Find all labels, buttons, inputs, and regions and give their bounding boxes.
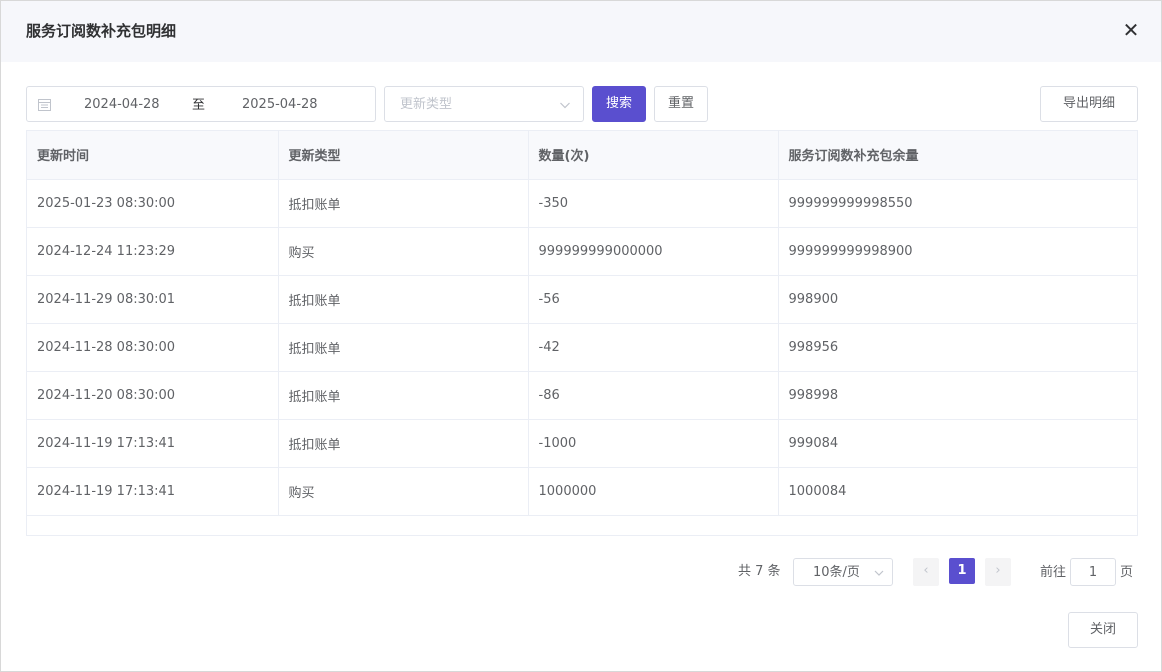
- cell-balance: 998900: [778, 275, 1137, 324]
- cell-update-type: 抵扣账单: [278, 419, 529, 468]
- close-button[interactable]: 关闭: [1068, 612, 1138, 648]
- page-size-select[interactable]: 10条/页: [793, 558, 893, 586]
- cell-update-time: 2025-01-23 08:30:00: [27, 179, 279, 228]
- cell-balance: 998998: [778, 371, 1137, 420]
- export-detail-button[interactable]: 导出明细: [1040, 86, 1138, 122]
- cell-balance: 999999999998550: [778, 179, 1137, 228]
- cell-update-type: 购买: [278, 467, 529, 516]
- reset-button[interactable]: 重置: [654, 86, 708, 122]
- cell-balance: 999084: [778, 419, 1137, 468]
- cell-balance: 998956: [778, 323, 1137, 372]
- cell-quantity: -86: [528, 371, 779, 420]
- cell-quantity: -56: [528, 275, 779, 324]
- table-row: 2024-12-24 11:23:29 购买 999999999000000 9…: [27, 227, 1137, 276]
- cell-quantity: -350: [528, 179, 779, 228]
- cell-update-type: 购买: [278, 227, 529, 276]
- calendar-icon: [38, 99, 51, 111]
- cell-balance: 999999999998900: [778, 227, 1137, 276]
- dialog-title: 服务订阅数补充包明细: [26, 22, 177, 40]
- col-header-quantity: 数量(次): [528, 131, 779, 180]
- dialog-header: 服务订阅数补充包明细 ✕: [1, 1, 1161, 62]
- chevron-down-icon: [560, 102, 570, 109]
- table-row: 2024-11-19 17:13:41 购买 1000000 1000084: [27, 467, 1137, 516]
- date-range-picker[interactable]: 2024-04-28 至 2025-04-28: [26, 86, 376, 122]
- col-header-update-time: 更新时间: [27, 131, 279, 180]
- detail-table-grid: 更新时间 更新类型 数量(次) 服务订阅数补充包余量 2025-01-23 08…: [27, 131, 1137, 516]
- subscription-detail-dialog: 服务订阅数补充包明细 ✕ 2024-04-28 至 2025-04-28 更新类…: [0, 0, 1162, 672]
- detail-table: 更新时间 更新类型 数量(次) 服务订阅数补充包余量 2025-01-23 08…: [26, 130, 1138, 536]
- date-range-separator: 至: [192, 98, 206, 113]
- cell-update-time: 2024-11-20 08:30:00: [27, 371, 279, 420]
- table-row: 2025-01-23 08:30:00 抵扣账单 -350 9999999999…: [27, 179, 1137, 228]
- date-end-input[interactable]: 2025-04-28: [242, 96, 322, 113]
- prev-page-button[interactable]: ‹: [913, 558, 939, 586]
- table-header-row: 更新时间 更新类型 数量(次) 服务订阅数补充包余量: [27, 131, 1137, 180]
- pagination-total: 共 7 条: [738, 564, 781, 579]
- table-row: 2024-11-29 08:30:01 抵扣账单 -56 998900: [27, 275, 1137, 324]
- update-type-select[interactable]: 更新类型: [384, 86, 584, 122]
- goto-page-suffix: 页: [1120, 565, 1134, 580]
- col-header-update-type: 更新类型: [278, 131, 529, 180]
- close-icon[interactable]: ✕: [1119, 19, 1143, 43]
- col-header-balance: 服务订阅数补充包余量: [778, 131, 1137, 180]
- page-number-current[interactable]: 1: [949, 558, 975, 584]
- cell-update-time: 2024-11-28 08:30:00: [27, 323, 279, 372]
- cell-quantity: 1000000: [528, 467, 779, 516]
- table-row: 2024-11-28 08:30:00 抵扣账单 -42 998956: [27, 323, 1137, 372]
- cell-update-type: 抵扣账单: [278, 179, 529, 228]
- chevron-down-icon: [874, 570, 884, 576]
- cell-quantity: -42: [528, 323, 779, 372]
- update-type-placeholder: 更新类型: [400, 97, 453, 112]
- cell-update-time: 2024-11-19 17:13:41: [27, 419, 279, 468]
- next-page-button[interactable]: ›: [985, 558, 1011, 586]
- cell-update-time: 2024-11-29 08:30:01: [27, 275, 279, 324]
- table-row: 2024-11-19 17:13:41 抵扣账单 -1000 999084: [27, 419, 1137, 468]
- goto-page-label: 前往: [1040, 565, 1067, 580]
- cell-update-time: 2024-11-19 17:13:41: [27, 467, 279, 516]
- cell-update-time: 2024-12-24 11:23:29: [27, 227, 279, 276]
- cell-quantity: 999999999000000: [528, 227, 779, 276]
- goto-page-input[interactable]: [1070, 558, 1116, 586]
- search-button[interactable]: 搜索: [592, 86, 646, 122]
- cell-update-type: 抵扣账单: [278, 323, 529, 372]
- page-size-value: 10条/页: [813, 565, 860, 580]
- cell-update-type: 抵扣账单: [278, 371, 529, 420]
- cell-update-type: 抵扣账单: [278, 275, 529, 324]
- cell-balance: 1000084: [778, 467, 1137, 516]
- cell-quantity: -1000: [528, 419, 779, 468]
- table-row: 2024-11-20 08:30:00 抵扣账单 -86 998998: [27, 371, 1137, 420]
- date-start-input[interactable]: 2024-04-28: [84, 96, 164, 113]
